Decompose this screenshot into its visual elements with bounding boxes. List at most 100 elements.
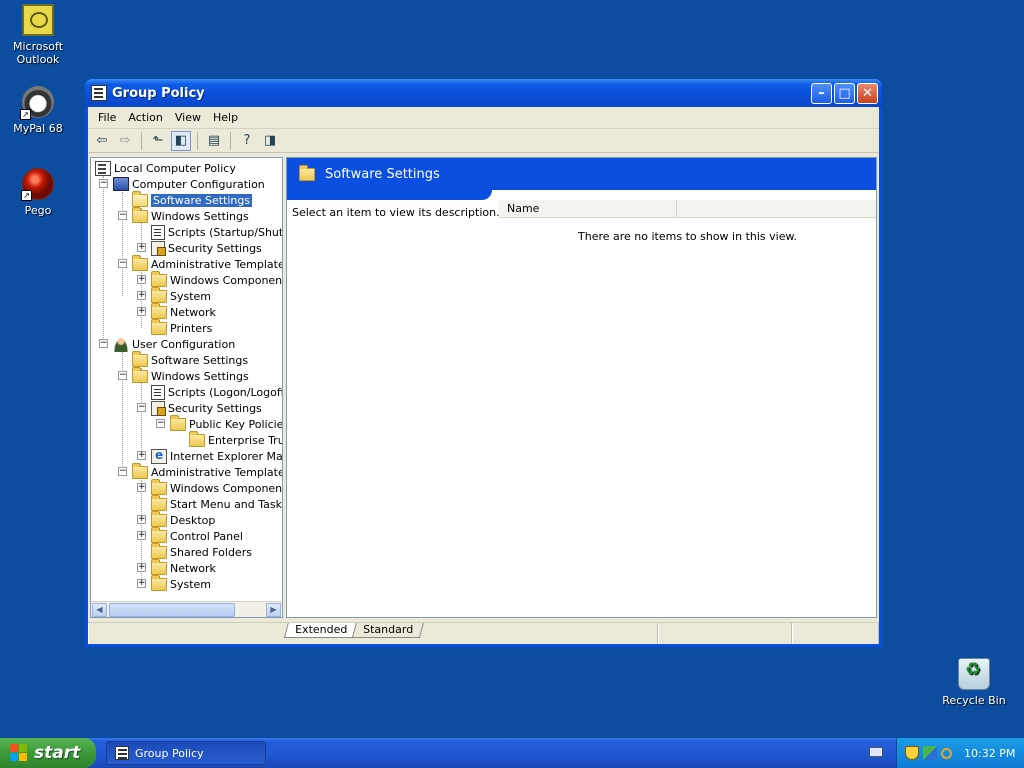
- collapse-icon[interactable]: −: [118, 259, 127, 268]
- expand-icon[interactable]: +: [137, 579, 146, 588]
- menu-help[interactable]: Help: [207, 109, 244, 126]
- header-curve: [287, 190, 492, 200]
- outlook-icon: [22, 4, 54, 36]
- folder-icon: [170, 414, 186, 431]
- search-icon[interactable]: [941, 747, 952, 759]
- system-tray: 10:32 PM: [896, 738, 1024, 768]
- tree-node-uc-security-settings[interactable]: Security Settings: [151, 400, 262, 416]
- folder-icon: [151, 574, 167, 591]
- menu-file[interactable]: File: [92, 109, 122, 126]
- tree-pane[interactable]: Local Computer Policy − Computer Configu…: [90, 157, 283, 618]
- security-settings-icon: [151, 240, 166, 256]
- tree-node-uc-scripts[interactable]: Scripts (Logon/Logoff): [151, 384, 282, 400]
- tree-node-label: Security Settings: [168, 241, 262, 255]
- tree-node-uc-desktop[interactable]: Desktop: [151, 510, 215, 528]
- tree-node-local-computer-policy[interactable]: Local Computer Policy: [95, 160, 236, 176]
- desktop-icon-outlook[interactable]: Microsoft Outlook: [0, 4, 76, 66]
- folder-icon: [132, 366, 148, 383]
- tree-node-label: Scripts (Logon/Logoff): [168, 385, 282, 399]
- scrollbar-thumb[interactable]: [109, 603, 235, 617]
- expand-icon[interactable]: +: [137, 531, 146, 540]
- security-settings-icon: [151, 400, 166, 416]
- collapse-icon[interactable]: −: [156, 419, 165, 428]
- tree-node-uc-start-menu[interactable]: Start Menu and Taskbar: [151, 494, 282, 512]
- tree-node-uc-system[interactable]: System: [151, 574, 211, 592]
- desktop-icon-mypal[interactable]: ↗ MyPal 68: [0, 86, 76, 135]
- tree-node-cc-software-settings[interactable]: Software Settings: [132, 190, 253, 208]
- tree-horizontal-scrollbar[interactable]: ◀ ▶: [91, 601, 282, 617]
- expand-icon[interactable]: +: [137, 307, 146, 316]
- tree-node-uc-enterprise-trust[interactable]: Enterprise Trust: [189, 430, 282, 448]
- show-hide-action-pane-icon[interactable]: ◨: [260, 131, 280, 151]
- tree-node-label: Printers: [170, 321, 213, 335]
- tree-node-uc-public-key-policies[interactable]: Public Key Policies: [170, 414, 282, 432]
- forward-arrow-icon[interactable]: ⇨: [115, 131, 135, 151]
- tree-node-uc-windows-components[interactable]: Windows Components: [151, 478, 282, 496]
- desktop-icon-pego[interactable]: ↗ Pego: [0, 168, 76, 217]
- folder-icon: [151, 270, 167, 287]
- tree-node-uc-software-settings[interactable]: Software Settings: [132, 350, 248, 368]
- back-arrow-icon[interactable]: ⇦: [92, 131, 112, 151]
- policy-root-icon: [95, 160, 111, 176]
- scroll-right-icon[interactable]: ▶: [266, 603, 281, 617]
- tree-node-uc-administrative-templates[interactable]: Administrative Templates: [132, 462, 282, 480]
- collapse-icon[interactable]: −: [99, 179, 108, 188]
- expand-icon[interactable]: +: [137, 275, 146, 284]
- collapse-icon[interactable]: −: [118, 211, 127, 220]
- tree-node-user-configuration[interactable]: User Configuration: [113, 336, 235, 352]
- collapse-icon[interactable]: −: [99, 339, 108, 348]
- column-header-name[interactable]: Name: [499, 200, 677, 217]
- expand-icon[interactable]: +: [137, 483, 146, 492]
- scroll-left-icon[interactable]: ◀: [92, 603, 107, 617]
- keyboard-icon[interactable]: [869, 747, 883, 757]
- clock[interactable]: 10:32 PM: [964, 747, 1015, 760]
- start-button[interactable]: start: [0, 738, 96, 768]
- status-cell: [88, 623, 658, 644]
- export-list-icon[interactable]: ▤: [204, 131, 224, 151]
- show-hide-tree-icon[interactable]: ◧: [171, 130, 191, 151]
- mypal-icon: ↗: [20, 86, 54, 120]
- tree-node-computer-configuration[interactable]: Computer Configuration: [113, 176, 265, 192]
- tree-node-uc-ie-maintenance[interactable]: Internet Explorer Maintenance: [151, 448, 282, 464]
- taskbar-item-group-policy[interactable]: Group Policy: [106, 741, 266, 765]
- collapse-icon[interactable]: −: [137, 403, 146, 412]
- desktop-icon-recycle-bin[interactable]: Recycle Bin: [936, 658, 1012, 707]
- expand-icon[interactable]: +: [137, 291, 146, 300]
- details-pane: Software Settings Select an item to view…: [286, 157, 877, 618]
- tree-node-label: Computer Configuration: [132, 177, 265, 191]
- tree-node-uc-windows-settings[interactable]: Windows Settings: [132, 366, 249, 384]
- tree-node-cc-security-settings[interactable]: Security Settings: [151, 240, 262, 256]
- up-folder-icon[interactable]: ⬑: [148, 131, 168, 151]
- expand-icon[interactable]: +: [137, 515, 146, 524]
- tree-node-cc-printers[interactable]: Printers: [151, 318, 213, 336]
- expand-icon[interactable]: +: [137, 563, 146, 572]
- close-button[interactable]: ✕: [857, 82, 878, 104]
- tree-node-cc-scripts[interactable]: Scripts (Startup/Shutdown): [151, 224, 282, 240]
- tree-node-cc-windows-settings[interactable]: Windows Settings: [132, 206, 249, 224]
- menu-view[interactable]: View: [169, 109, 207, 126]
- security-shield-icon[interactable]: [905, 746, 919, 760]
- folder-icon: [299, 164, 315, 181]
- minimize-button[interactable]: –: [811, 82, 832, 104]
- maximize-button[interactable]: □: [834, 82, 855, 104]
- tree-node-cc-system[interactable]: System: [151, 286, 211, 304]
- folder-icon: [151, 494, 167, 511]
- title-bar[interactable]: Group Policy – □ ✕: [85, 79, 882, 107]
- folder-icon: [151, 318, 167, 335]
- tree-node-cc-windows-components[interactable]: Windows Components: [151, 270, 282, 288]
- group-policy-window[interactable]: Group Policy – □ ✕ File Action View Help…: [85, 79, 882, 647]
- tree-node-uc-shared-folders[interactable]: Shared Folders: [151, 542, 252, 560]
- network-icon[interactable]: [923, 746, 937, 760]
- taskbar: start Group Policy 10:32 PM: [0, 738, 1024, 768]
- menu-action[interactable]: Action: [122, 109, 168, 126]
- expand-icon[interactable]: +: [137, 243, 146, 252]
- tree-node-uc-network[interactable]: Network: [151, 558, 216, 576]
- tree-node-cc-administrative-templates[interactable]: Administrative Templates: [132, 254, 282, 272]
- tree-node-uc-control-panel[interactable]: Control Panel: [151, 526, 243, 544]
- expand-icon[interactable]: +: [137, 451, 146, 460]
- tree-node-label: Scripts (Startup/Shutdown): [168, 225, 282, 239]
- collapse-icon[interactable]: −: [118, 467, 127, 476]
- tree-node-cc-network[interactable]: Network: [151, 302, 216, 320]
- collapse-icon[interactable]: −: [118, 371, 127, 380]
- help-icon[interactable]: ?: [237, 131, 257, 151]
